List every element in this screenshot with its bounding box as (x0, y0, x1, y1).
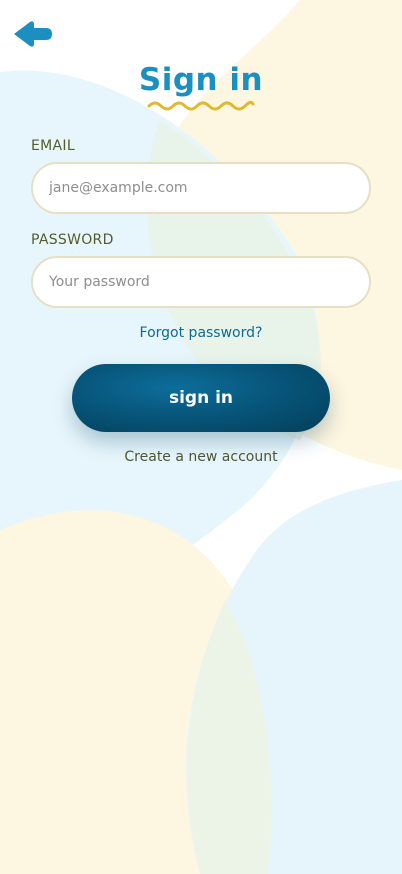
email-input[interactable] (31, 162, 371, 214)
title-underline-squiggle (147, 100, 255, 111)
email-label: EMAIL (31, 138, 75, 154)
sign-in-button[interactable]: sign in (72, 364, 330, 432)
password-label: PASSWORD (31, 232, 114, 248)
arrow-left-icon (14, 21, 52, 47)
background-shapes (0, 0, 402, 874)
forgot-password-link[interactable]: Forgot password? (0, 325, 402, 341)
create-account-link[interactable]: Create a new account (0, 449, 402, 465)
password-input[interactable] (31, 256, 371, 308)
back-button[interactable] (12, 18, 54, 50)
page-title: Sign in (138, 62, 264, 98)
